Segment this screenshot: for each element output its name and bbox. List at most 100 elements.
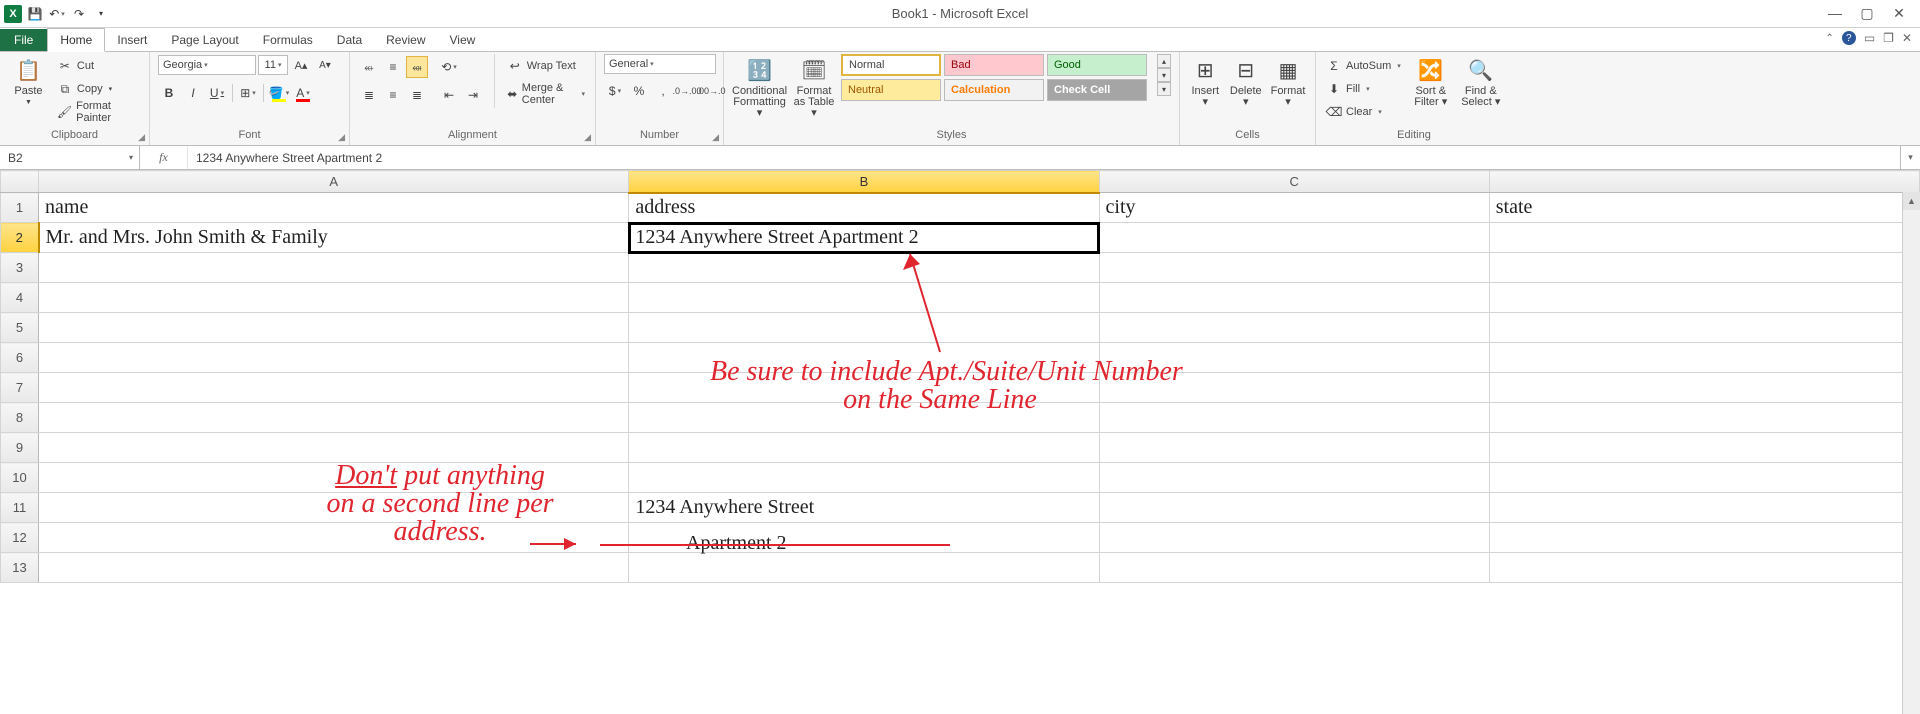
paste-button[interactable]: 📋 Paste ▼ (8, 54, 49, 106)
row-header[interactable]: 4 (1, 283, 39, 313)
cell[interactable] (1099, 343, 1489, 373)
underline-button[interactable]: U (206, 82, 228, 104)
wrap-text-button[interactable]: ↩Wrap Text (505, 56, 587, 76)
style-calculation[interactable]: Calculation (944, 79, 1044, 101)
cut-button[interactable]: ✂Cut (55, 56, 141, 76)
increase-font-icon[interactable]: A▴ (290, 54, 312, 76)
decrease-indent-icon[interactable]: ⇤ (438, 84, 460, 106)
align-bottom-icon[interactable]: ⬵ (406, 56, 428, 78)
cell[interactable] (629, 463, 1099, 493)
column-header[interactable]: B (629, 171, 1099, 193)
conditional-formatting-button[interactable]: 🔢 Conditional Formatting ▾ (732, 54, 787, 119)
maximize-button[interactable]: ▢ (1860, 5, 1874, 22)
cell[interactable] (1489, 253, 1919, 283)
minimize-button[interactable]: — (1828, 5, 1842, 22)
cell[interactable] (39, 253, 629, 283)
chevron-down-icon[interactable]: ▾ (1157, 68, 1171, 82)
merge-center-button[interactable]: ⬌Merge & Center (505, 84, 587, 104)
tab-review[interactable]: Review (374, 29, 437, 51)
row-header[interactable]: 12 (1, 523, 39, 553)
cell[interactable] (629, 553, 1099, 583)
font-size-select[interactable]: 11 (258, 55, 288, 75)
qat-customize-icon[interactable]: ▾ (92, 5, 110, 23)
cell[interactable] (1099, 283, 1489, 313)
cell[interactable] (1099, 463, 1489, 493)
window-restore-icon[interactable]: ❐ (1883, 31, 1894, 45)
scroll-up-icon[interactable]: ▲ (1903, 192, 1920, 210)
cell[interactable] (1489, 553, 1919, 583)
decrease-font-icon[interactable]: A▾ (314, 54, 336, 76)
cell[interactable]: name (39, 193, 629, 223)
file-tab[interactable]: File (0, 29, 47, 51)
cell[interactable] (1489, 223, 1919, 253)
tab-insert[interactable]: Insert (105, 29, 159, 51)
copy-button[interactable]: ⧉Copy▾ (55, 79, 141, 99)
number-format-select[interactable]: General (604, 54, 716, 74)
comma-icon[interactable]: , (652, 80, 674, 102)
row-header[interactable]: 1 (1, 193, 39, 223)
row-header[interactable]: 3 (1, 253, 39, 283)
cell[interactable] (39, 403, 629, 433)
redo-icon[interactable]: ↷ (70, 5, 88, 23)
cell[interactable] (1099, 223, 1489, 253)
format-painter-button[interactable]: 🖌Format Painter (55, 102, 141, 122)
cell[interactable] (39, 493, 629, 523)
formula-bar-expand-icon[interactable]: ▾ (1900, 146, 1920, 169)
cell[interactable] (1099, 433, 1489, 463)
cell[interactable] (1489, 463, 1919, 493)
cell[interactable] (629, 373, 1099, 403)
percent-icon[interactable]: % (628, 80, 650, 102)
cell[interactable] (1489, 433, 1919, 463)
cell[interactable] (629, 403, 1099, 433)
cell[interactable]: 1234 Anywhere Street Apartment 2 (629, 223, 1099, 253)
cell[interactable] (629, 343, 1099, 373)
cell[interactable] (1489, 523, 1919, 553)
tab-formulas[interactable]: Formulas (251, 29, 325, 51)
row-header[interactable]: 6 (1, 343, 39, 373)
tab-home[interactable]: Home (47, 28, 105, 52)
sort-filter-button[interactable]: 🔀Sort & Filter ▾ (1409, 54, 1453, 108)
orientation-icon[interactable]: ⟲ (438, 56, 460, 78)
font-color-button[interactable]: A (292, 82, 314, 104)
formula-input[interactable]: 1234 Anywhere Street Apartment 2 (188, 151, 1900, 165)
undo-icon[interactable]: ↶ (48, 5, 66, 23)
cell[interactable] (1099, 553, 1489, 583)
cell[interactable]: address (629, 193, 1099, 223)
align-right-icon[interactable]: ≣ (406, 84, 428, 106)
column-header[interactable]: C (1099, 171, 1489, 193)
find-select-button[interactable]: 🔍Find & Select ▾ (1459, 54, 1503, 108)
cell[interactable]: state (1489, 193, 1919, 223)
italic-button[interactable]: I (182, 82, 204, 104)
format-as-table-button[interactable]: 🗓 Format as Table ▾ (793, 54, 835, 119)
styles-scroll[interactable]: ▴▾▾ (1157, 54, 1171, 96)
cell[interactable] (39, 553, 629, 583)
cell[interactable] (1099, 403, 1489, 433)
ribbon-minimize-icon[interactable]: ⌃ (1825, 33, 1833, 44)
cell[interactable] (1099, 253, 1489, 283)
window-restore-inner-icon[interactable]: ▭ (1864, 31, 1875, 45)
fill-color-button[interactable]: 🪣 (268, 82, 290, 104)
cell[interactable] (1099, 373, 1489, 403)
fill-button[interactable]: ⬇Fill (1324, 79, 1403, 99)
cell[interactable]: city (1099, 193, 1489, 223)
cell[interactable] (629, 253, 1099, 283)
cell[interactable] (629, 523, 1099, 553)
dialog-launcher-icon[interactable]: ◢ (138, 132, 145, 143)
column-header[interactable] (1489, 171, 1919, 193)
cell[interactable] (1489, 343, 1919, 373)
format-cells-button[interactable]: ▦Format▾ (1269, 54, 1307, 108)
cell[interactable]: 1234 Anywhere Street (629, 493, 1099, 523)
tab-page-layout[interactable]: Page Layout (159, 29, 250, 51)
style-bad[interactable]: Bad (944, 54, 1044, 76)
align-left-icon[interactable]: ≣ (358, 84, 380, 106)
clear-button[interactable]: ⌫Clear (1324, 102, 1403, 122)
bold-button[interactable]: B (158, 82, 180, 104)
align-top-icon[interactable]: ⬴ (358, 56, 380, 78)
cell[interactable] (39, 433, 629, 463)
style-check-cell[interactable]: Check Cell (1047, 79, 1147, 101)
cell[interactable] (1489, 313, 1919, 343)
cell[interactable] (1099, 523, 1489, 553)
cell[interactable] (1099, 493, 1489, 523)
row-header[interactable]: 8 (1, 403, 39, 433)
row-header[interactable]: 2 (1, 223, 39, 253)
